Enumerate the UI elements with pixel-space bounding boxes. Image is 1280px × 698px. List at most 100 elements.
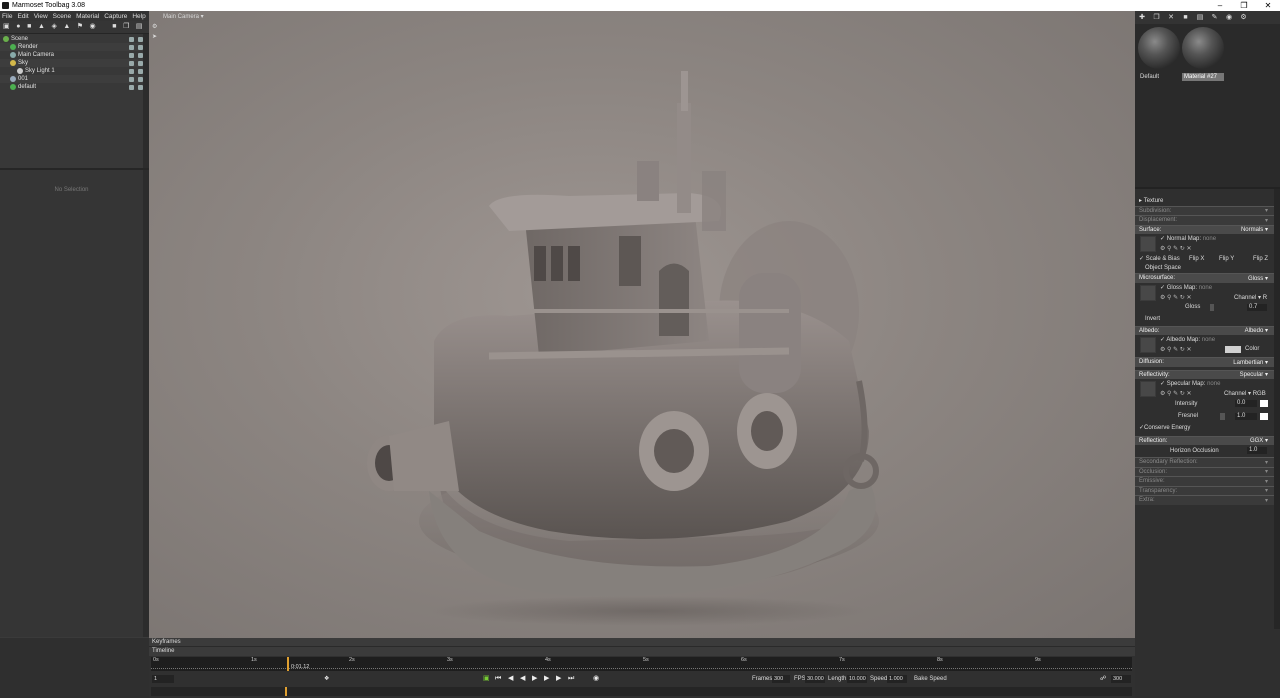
tree-item[interactable]: Main Camera (0, 51, 149, 59)
lock-icon[interactable] (129, 60, 134, 66)
reflection-header[interactable]: Reflection: GGX ▾ (1135, 435, 1274, 445)
lock-icon[interactable] (129, 44, 134, 50)
albedo-color-swatch[interactable] (1225, 346, 1241, 353)
subdivision-header[interactable]: Subdivision: ▾ (1135, 205, 1274, 215)
tree-item[interactable]: Sky (0, 59, 149, 67)
gloss-map-slot[interactable] (1140, 284, 1156, 301)
fps-field[interactable]: 30.000 (805, 675, 825, 683)
transparency-header[interactable]: Transparency: ▾ (1135, 485, 1274, 495)
timeline-ruler[interactable]: 0:01.12 0s 1s 2s 3s 4s 5s 6s 7s 8s 9s (151, 657, 1132, 671)
tree-item[interactable]: Sky Light 1 (0, 67, 149, 75)
key-icon[interactable]: ❖ (324, 675, 329, 683)
extra-header[interactable]: Extra: ▾ (1135, 495, 1274, 505)
gloss-slider[interactable] (1210, 303, 1214, 311)
current-frame-field[interactable]: 1 (152, 675, 174, 683)
emissive-header[interactable]: Emissive: ▾ (1135, 476, 1274, 486)
prev-key-icon[interactable]: ◀ (508, 675, 513, 683)
prev-frame-icon[interactable]: ◀ (520, 675, 525, 683)
folder-icon[interactable]: ■ (112, 23, 116, 31)
first-frame-icon[interactable]: ⏮ (495, 675, 501, 683)
add-turntable-icon[interactable]: ◈ (51, 23, 56, 31)
flip-x-checkbox[interactable]: Flip X (1189, 256, 1204, 262)
play-icon[interactable]: ▶ (532, 675, 537, 683)
add-object-icon[interactable]: ▣ (3, 23, 10, 31)
object-space-row[interactable]: Object Space (1135, 264, 1274, 274)
lock-icon[interactable] (129, 36, 134, 42)
texture-tools[interactable]: ⚙ ⚲ ✎ ↻ ✕ (1160, 390, 1192, 397)
last-frame-icon[interactable]: ⏭ (568, 675, 574, 683)
trash-icon[interactable]: ▤ (1196, 14, 1204, 22)
menu-file[interactable]: File (2, 13, 12, 20)
invert-row[interactable]: Invert (1135, 314, 1274, 324)
delete-material-icon[interactable]: ✕ (1167, 14, 1175, 22)
secondary-reflection-header[interactable]: Secondary Reflection: ▾ (1135, 457, 1274, 467)
scrub-bar[interactable] (151, 687, 1132, 696)
folder-icon[interactable]: ■ (1182, 14, 1190, 22)
normal-map-slot[interactable] (1140, 236, 1156, 252)
end-frame-field[interactable]: 300 (1111, 675, 1131, 683)
minimize-icon[interactable]: – (1208, 0, 1232, 11)
tree-item[interactable]: default (0, 83, 149, 91)
lock-icon[interactable] (129, 76, 134, 82)
speed-field[interactable]: 1.000 (887, 675, 907, 683)
menu-material[interactable]: Material (76, 13, 99, 20)
albedo-map-slot[interactable] (1140, 337, 1156, 353)
menu-edit[interactable]: Edit (17, 13, 28, 20)
material-scrollbar[interactable] (1274, 189, 1280, 629)
timeline-bar[interactable]: Timeline (149, 647, 1135, 656)
menu-scene[interactable]: Scene (53, 13, 71, 20)
menu-capture[interactable]: Capture (104, 13, 127, 20)
material-27[interactable]: Material #27 (1182, 27, 1224, 81)
reflectivity-header[interactable]: Reflectivity: Specular ▾ (1135, 369, 1274, 379)
occlusion-header[interactable]: Occlusion: ▾ (1135, 466, 1274, 476)
specular-map-slot[interactable] (1140, 381, 1156, 397)
lock-icon[interactable] (129, 68, 134, 74)
add-light-icon[interactable]: ● (16, 23, 20, 31)
next-frame-icon[interactable]: ▶ (544, 675, 549, 683)
lock-icon[interactable] (129, 84, 134, 90)
microsurface-header[interactable]: Microsurface: Gloss ▾ (1135, 273, 1274, 283)
flip-y-checkbox[interactable]: Flip Y (1219, 256, 1234, 262)
texture-tools[interactable]: ⚙ ⚲ ✎ ↻ ✕ (1160, 346, 1192, 353)
albedo-header[interactable]: Albedo: Albedo ▾ (1135, 325, 1274, 335)
menu-view[interactable]: View (34, 13, 48, 20)
loop-icon[interactable]: ▣ (483, 675, 490, 683)
picker-icon[interactable]: ✎ (1211, 14, 1219, 22)
surface-header[interactable]: Surface: Normals ▾ (1135, 224, 1274, 234)
sphere-icon[interactable]: ◉ (1225, 14, 1233, 22)
scale-bias-checkbox[interactable]: ✓ Scale & Bias (1139, 255, 1180, 262)
duplicate-material-icon[interactable]: ❐ (1153, 14, 1161, 22)
horizon-occlusion-field[interactable]: 1.0 (1247, 447, 1267, 454)
material-default[interactable]: Default (1138, 27, 1180, 81)
intensity-color-swatch[interactable] (1260, 400, 1268, 407)
texture-tools[interactable]: ⚙ ⚲ ✎ ↻ ✕ (1160, 294, 1192, 301)
close-icon[interactable]: ✕ (1256, 0, 1280, 11)
tree-item[interactable]: 001 (0, 75, 149, 83)
displacement-header[interactable]: Displacement: ▾ (1135, 215, 1274, 225)
texture-tools[interactable]: ⚙ ⚲ ✎ ↻ ✕ (1160, 245, 1192, 252)
length-field[interactable]: 10.000 (847, 675, 867, 683)
restore-icon[interactable]: ❐ (1232, 0, 1256, 11)
texture-toggle[interactable]: ▸ Texture (1135, 196, 1274, 206)
viewport[interactable]: Main Camera ▾ ⚙ ➤ (149, 11, 1135, 638)
bake-speed-button[interactable]: Bake Speed (914, 675, 947, 683)
duplicate-icon[interactable]: ❐ (123, 23, 129, 31)
add-flag-icon[interactable]: ⚑ (77, 23, 83, 31)
flip-z-checkbox[interactable]: Flip Z (1253, 256, 1268, 262)
playhead[interactable] (287, 657, 289, 671)
link-icon[interactable]: ☍ (1100, 675, 1106, 683)
fresnel-slider[interactable] (1220, 412, 1225, 420)
gloss-channel-select[interactable]: Channel ▾ R (1234, 294, 1267, 301)
tree-item[interactable]: Scene (0, 35, 149, 43)
specular-channel-select[interactable]: Channel ▾ RGB (1224, 390, 1266, 397)
fresnel-color-swatch[interactable] (1260, 412, 1268, 420)
record-icon[interactable]: ◉ (593, 675, 599, 683)
gloss-field[interactable]: 0.7 (1247, 303, 1267, 311)
add-camera-icon[interactable]: ■ (27, 23, 31, 31)
keyframes-bar[interactable]: Keyframes (149, 638, 1135, 647)
add-fog-icon[interactable]: ▲ (63, 23, 70, 31)
frames-field[interactable]: 300 (772, 675, 790, 683)
fresnel-field[interactable]: 1.0 (1235, 412, 1257, 420)
add-shadow-icon[interactable]: ▲ (38, 23, 45, 31)
intensity-field[interactable]: 0.0 (1235, 400, 1257, 407)
